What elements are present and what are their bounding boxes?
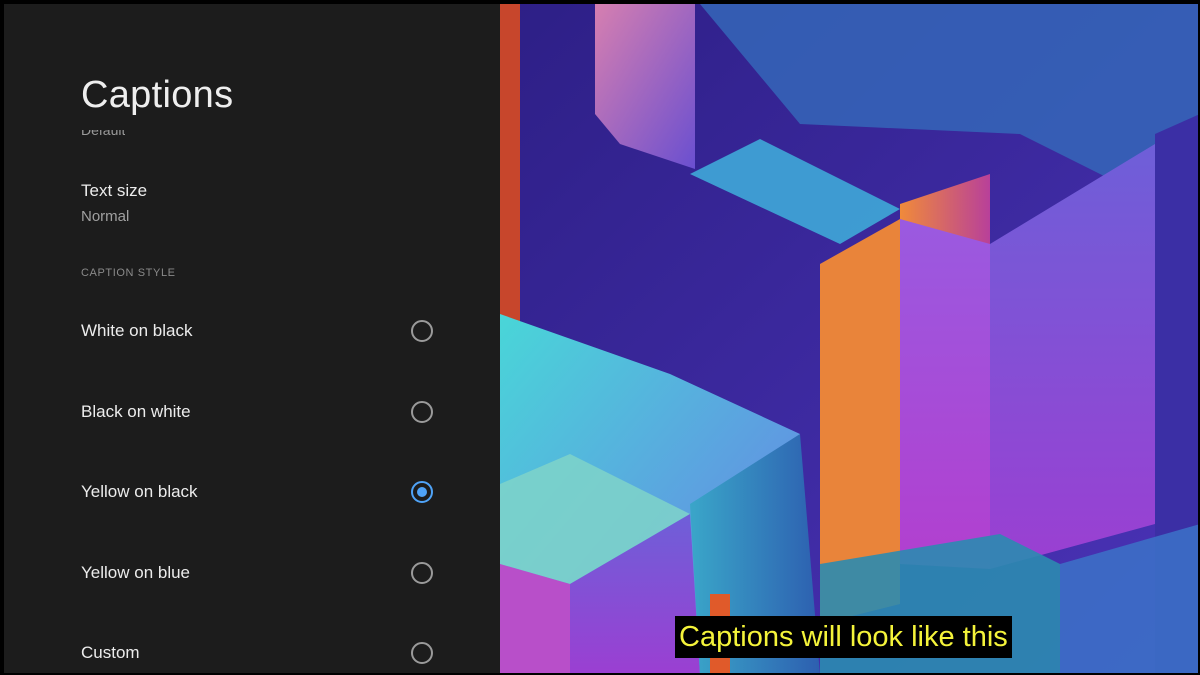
radio-icon[interactable] <box>411 562 433 584</box>
option-label: Black on white <box>81 402 191 421</box>
radio-icon[interactable] <box>411 642 433 664</box>
option-yellow-on-black[interactable]: Yellow on black <box>81 477 433 507</box>
abstract-wallpaper <box>500 4 1198 673</box>
option-black-on-white[interactable]: Black on white <box>81 397 433 427</box>
option-label: Custom <box>81 643 140 662</box>
captions-settings-panel: Captions Default Text size Normal CAPTIO… <box>4 4 500 673</box>
text-size-label: Text size <box>81 181 148 200</box>
option-label: White on black <box>81 321 193 340</box>
option-white-on-black[interactable]: White on black <box>81 316 433 346</box>
screen: Captions Default Text size Normal CAPTIO… <box>0 0 1200 675</box>
text-size-setting[interactable]: Text size Normal <box>81 180 147 225</box>
radio-icon[interactable] <box>411 320 433 342</box>
option-yellow-on-blue[interactable]: Yellow on blue <box>81 558 433 588</box>
caption-style-header: CAPTION STYLE <box>81 267 176 279</box>
radio-selected-icon[interactable] <box>411 481 433 503</box>
caption-preview: Captions will look like this <box>500 4 1198 673</box>
option-label: Yellow on black <box>81 482 198 501</box>
clipped-setting-value: Default <box>81 130 126 138</box>
radio-icon[interactable] <box>411 401 433 423</box>
option-custom[interactable]: Custom <box>81 638 433 668</box>
caption-sample: Captions will look like this <box>675 616 1012 658</box>
text-size-value: Normal <box>81 208 130 225</box>
page-title: Captions <box>81 74 234 116</box>
option-label: Yellow on blue <box>81 563 191 582</box>
